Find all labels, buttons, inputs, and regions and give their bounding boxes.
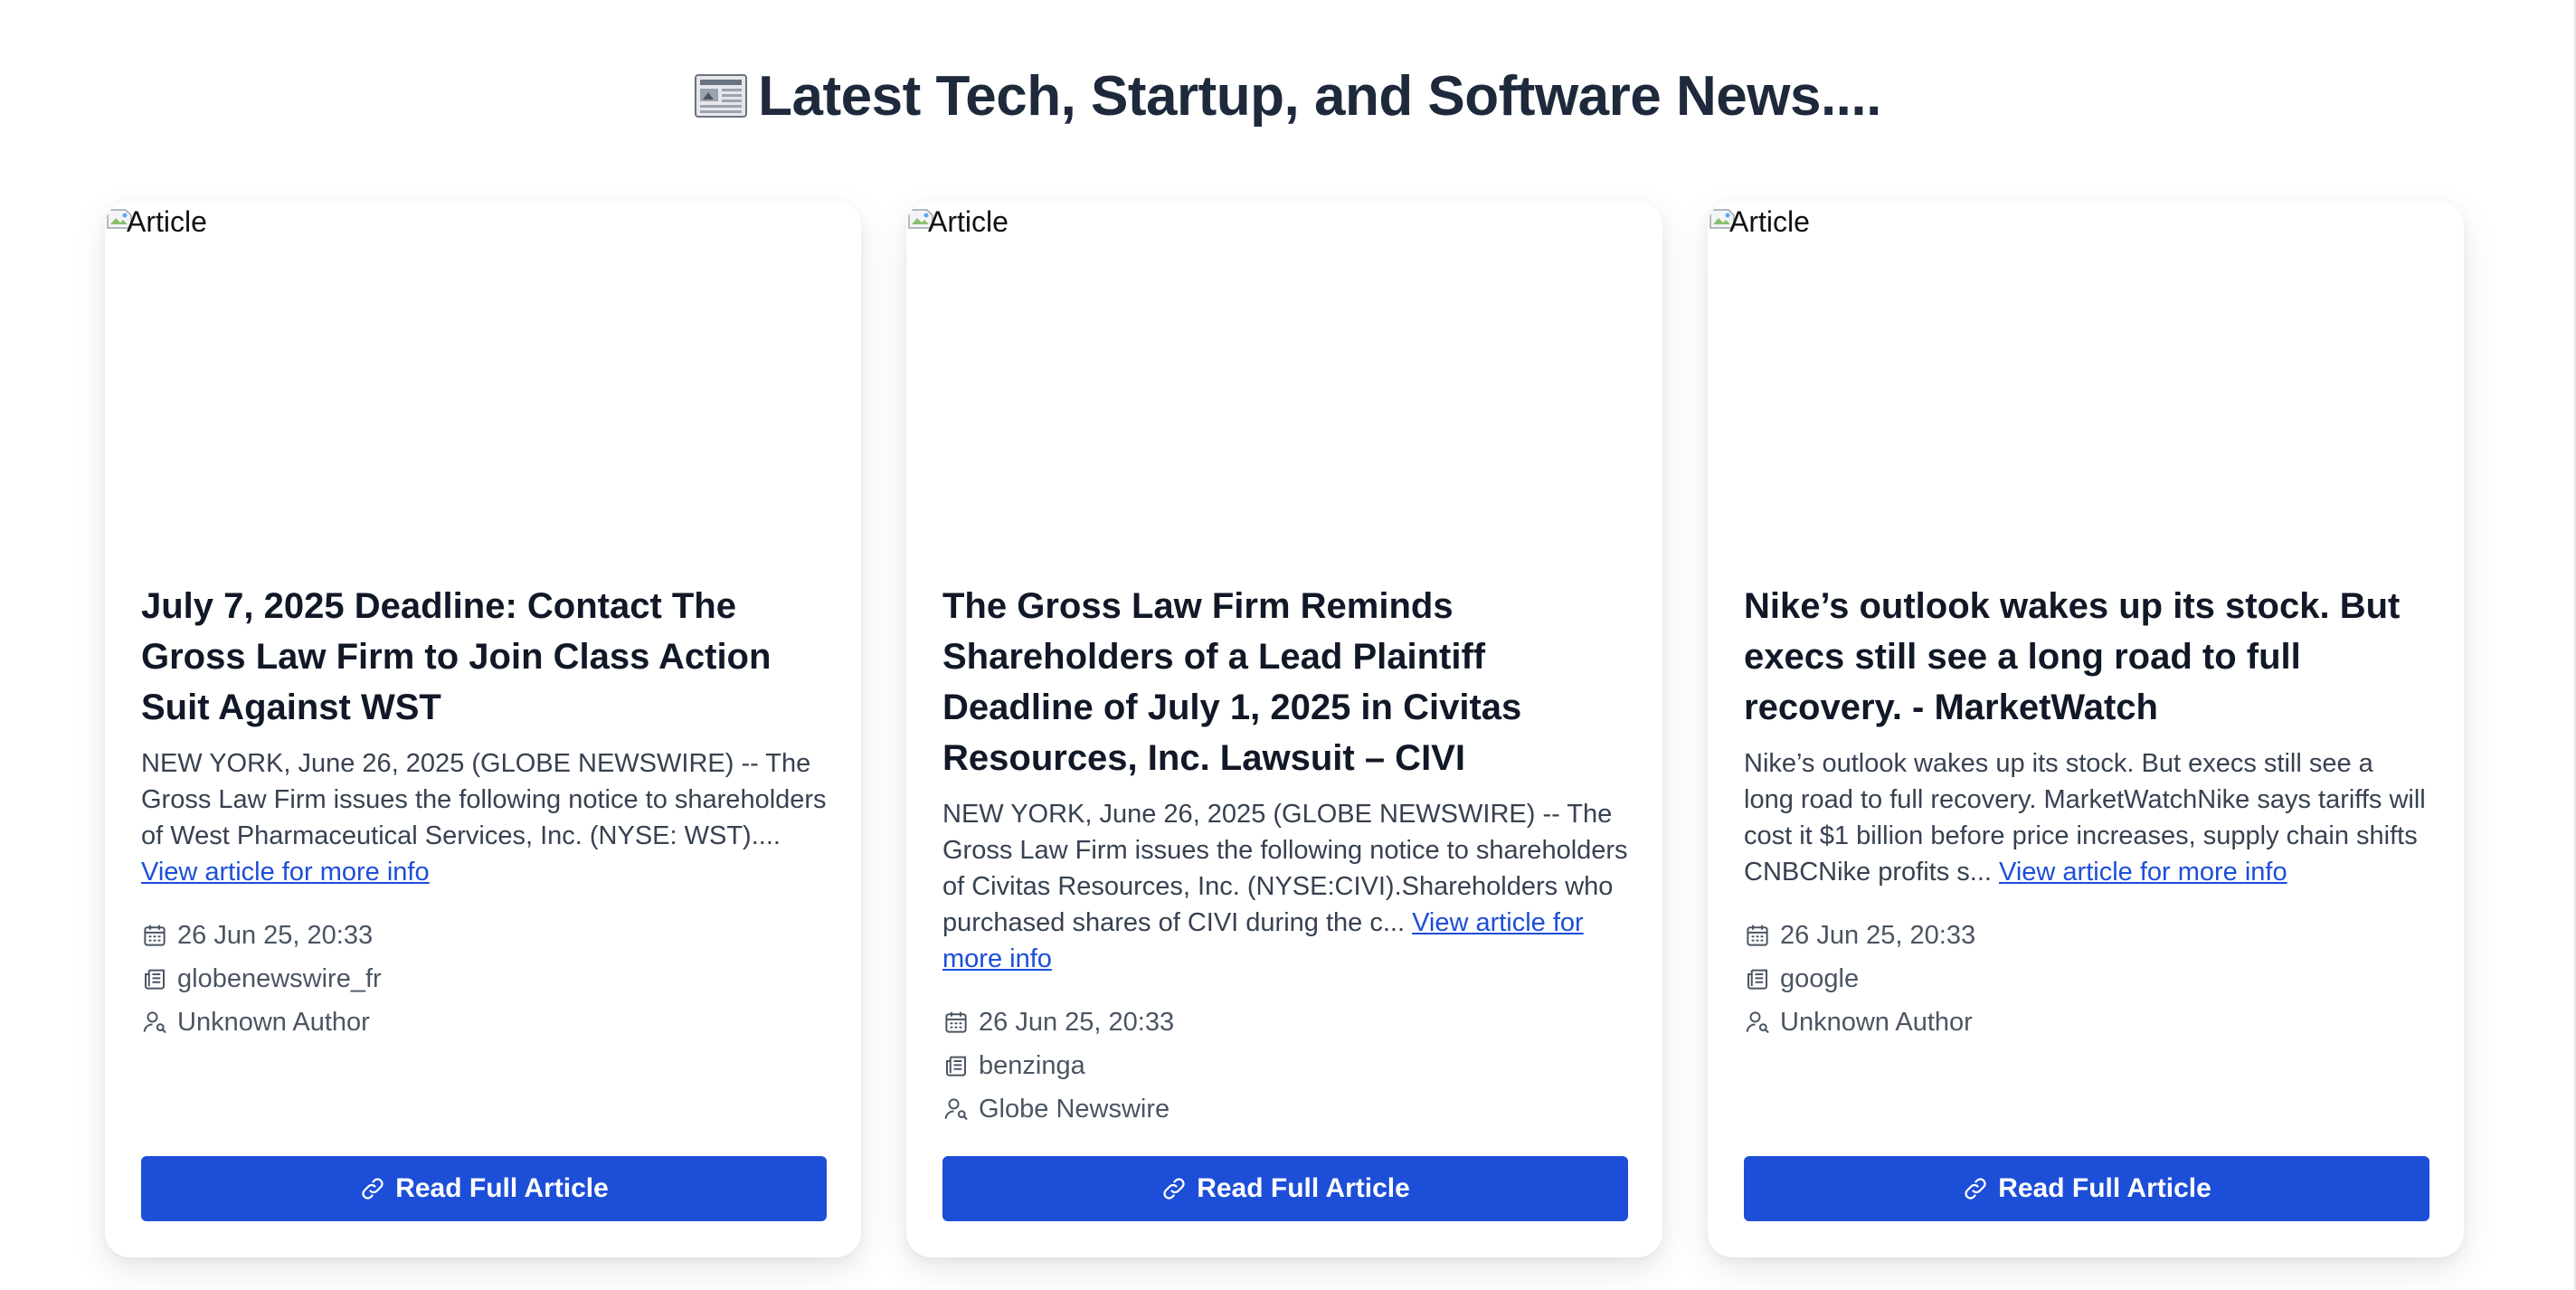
newspaper-icon [946,1056,966,1077]
newspaper-icon [1747,969,1767,990]
article-source-text: globenewswire_fr [177,963,382,993]
article-description: Nike’s outlook wakes up its stock. But e… [1744,745,2429,890]
article-source-text: google [1780,963,1860,993]
user-search-icon [143,1011,166,1033]
image-alt-text: Article [1729,205,1810,238]
article-description: NEW YORK, June 26, 2025 (GLOBE NEWSWIRE)… [141,745,827,890]
user-search-icon [944,1098,968,1120]
article-title: Nike’s outlook wakes up its stock. But e… [1744,586,2401,727]
page-title: Latest Tech, Startup, and Software News.… [0,56,2576,138]
article-date-text: 26 Jun 25, 20:33 [177,920,374,950]
article-meta: 26 Jun 25, 20:33 globenewswire_fr Unknow… [141,914,827,1044]
user-search-icon [1746,1011,1769,1033]
newspaper-icon [145,969,165,990]
card-body: The Gross Law Firm Reminds Shareholders … [942,581,1628,1221]
article-title: July 7, 2025 Deadline: Contact The Gross… [141,586,772,727]
image-alt-text: Article [928,205,1009,238]
read-full-article-label: Read Full Article [1197,1173,1410,1203]
article-description: NEW YORK, June 26, 2025 (GLOBE NEWSWIRE)… [942,796,1628,977]
read-full-article-label: Read Full Article [1998,1173,2211,1203]
article-source: google [1744,957,2429,1001]
article-source-text: benzinga [979,1050,1085,1080]
article-image: Article [906,201,1662,563]
article-card: Article The Gross Law Firm Reminds Share… [906,201,1662,1257]
article-meta: 26 Jun 25, 20:33 google Unknown Author [1744,914,2429,1044]
read-full-article-label: Read Full Article [395,1173,609,1203]
article-image: Article [1708,201,2464,563]
calendar-icon [1747,925,1768,946]
card-body: Nike’s outlook wakes up its stock. But e… [1744,581,2429,1221]
article-grid: Article July 7, 2025 Deadline: Contact T… [105,201,2464,1257]
image-alt-text: Article [127,205,207,238]
link-icon [1965,1178,1986,1200]
calendar-icon [945,1011,967,1033]
view-article-link[interactable]: View article for more info [141,858,430,887]
read-full-article-button[interactable]: Read Full Article [1744,1156,2429,1221]
article-author: Globe Newswire [942,1087,1628,1131]
article-date: 26 Jun 25, 20:33 [942,1001,1628,1044]
article-date-text: 26 Jun 25, 20:33 [979,1007,1175,1037]
read-full-article-button[interactable]: Read Full Article [141,1156,827,1221]
link-icon [1163,1178,1185,1200]
view-article-link[interactable]: View article for more info [1999,858,2287,887]
article-card: Article Nike’s outlook wakes up its stoc… [1708,201,2464,1257]
page-title-text: Latest Tech, Startup, and Software News.… [758,65,1881,128]
link-icon [362,1178,384,1200]
card-body: July 7, 2025 Deadline: Contact The Gross… [141,581,827,1221]
article-author-text: Unknown Author [1780,1007,1973,1037]
article-date-text: 26 Jun 25, 20:33 [1780,920,1976,950]
page: Latest Tech, Startup, and Software News.… [0,0,2576,1290]
article-date: 26 Jun 25, 20:33 [1744,914,2429,957]
article-source: benzinga [942,1044,1628,1087]
article-date: 26 Jun 25, 20:33 [141,914,827,957]
article-image: Article [105,201,861,563]
article-card: Article July 7, 2025 Deadline: Contact T… [105,201,861,1257]
article-author-text: Globe Newswire [979,1094,1170,1124]
article-author: Unknown Author [1744,1001,2429,1044]
read-full-article-button[interactable]: Read Full Article [942,1156,1628,1221]
article-source: globenewswire_fr [141,957,827,1001]
article-description-text: NEW YORK, June 26, 2025 (GLOBE NEWSWIRE)… [141,749,827,850]
article-author: Unknown Author [141,1001,827,1044]
article-title: The Gross Law Firm Reminds Shareholders … [942,586,1522,778]
article-author-text: Unknown Author [177,1007,370,1037]
article-meta: 26 Jun 25, 20:33 benzinga Globe Newswire [942,1001,1628,1131]
calendar-icon [144,925,166,946]
newspaper-icon [695,74,748,118]
